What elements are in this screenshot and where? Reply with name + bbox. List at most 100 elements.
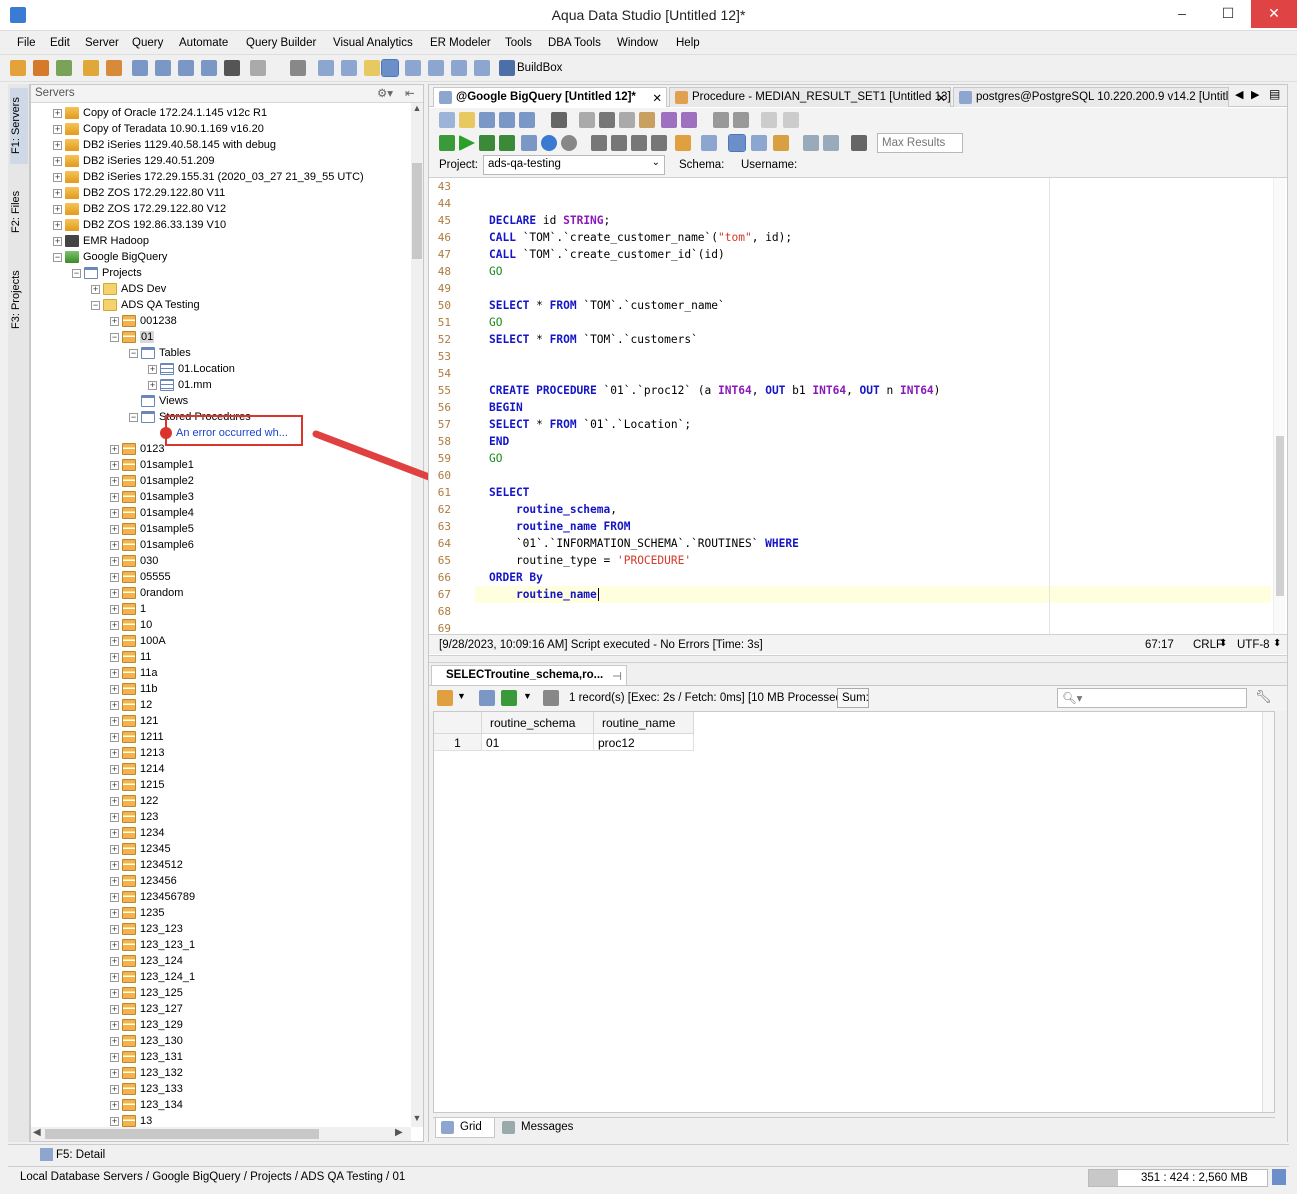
- layout-1-icon[interactable]: [318, 60, 334, 76]
- expand-icon[interactable]: +: [110, 460, 119, 470]
- tree-node[interactable]: − 01: [110, 329, 155, 345]
- menu-query[interactable]: Query: [132, 37, 163, 49]
- expand-icon[interactable]: +: [110, 572, 119, 582]
- tab-untitled-12[interactable]: @Google BigQuery [Untitled 12]* ✕: [433, 87, 667, 107]
- export-excel-icon[interactable]: [501, 690, 517, 706]
- results-filter-input[interactable]: 🔍︎▾: [1057, 688, 1247, 708]
- tree-node[interactable]: − ADS QA Testing: [91, 297, 200, 313]
- max-results-input[interactable]: [877, 133, 963, 153]
- new-icon[interactable]: [439, 112, 455, 128]
- expand-icon[interactable]: +: [110, 876, 119, 886]
- expand-icon[interactable]: +: [110, 700, 119, 710]
- tree-node[interactable]: +123_124_1: [110, 969, 195, 985]
- tab-list-icon[interactable]: ▤: [1269, 87, 1280, 101]
- tree-node[interactable]: − Tables: [129, 345, 191, 361]
- tree-node[interactable]: +01sample5: [110, 521, 194, 537]
- expand-icon[interactable]: +: [110, 1084, 119, 1094]
- tree-node[interactable]: +01sample6: [110, 537, 194, 553]
- disconnect-editor-icon[interactable]: [651, 135, 667, 151]
- expand-icon[interactable]: +: [53, 188, 62, 198]
- grid-cell[interactable]: proc12: [594, 734, 694, 751]
- sum-button[interactable]: Sum:: [837, 688, 869, 708]
- expand-icon[interactable]: +: [110, 492, 119, 502]
- code-line[interactable]: ORDER By: [489, 569, 543, 586]
- code-line[interactable]: BEGIN: [489, 399, 523, 416]
- results-text-icon[interactable]: [773, 135, 789, 151]
- tree-node[interactable]: +1235: [110, 905, 164, 921]
- tree-node[interactable]: + Copy of Teradata 10.90.1.169 v16.20: [53, 121, 264, 137]
- collapse-icon[interactable]: −: [72, 268, 81, 278]
- code-line[interactable]: SELECT * FROM `TOM`.`customers`: [489, 331, 698, 348]
- scroll-right-icon[interactable]: ▶: [395, 1127, 403, 1138]
- tree-node[interactable]: +1211: [110, 729, 164, 745]
- tree-node[interactable]: +13: [110, 1113, 152, 1127]
- project-select[interactable]: ads-qa-testing ⌄: [483, 155, 665, 175]
- expand-icon[interactable]: +: [110, 588, 119, 598]
- save-all-icon[interactable]: [519, 112, 535, 128]
- refresh-server-icon[interactable]: [56, 60, 72, 76]
- tree-node[interactable]: +100A: [110, 633, 166, 649]
- code-line[interactable]: GO: [489, 450, 502, 467]
- splitter-handle[interactable]: [429, 655, 1287, 663]
- import-icon[interactable]: [290, 60, 306, 76]
- expand-icon[interactable]: +: [53, 236, 62, 246]
- code-line[interactable]: CREATE PROCEDURE `01`.`proc12` (a INT64,…: [489, 382, 940, 399]
- row-number[interactable]: 1: [434, 734, 482, 751]
- code-line[interactable]: routine_schema,: [489, 501, 617, 518]
- tree-node[interactable]: +123456: [110, 873, 177, 889]
- tree-node[interactable]: + DB2 iSeries 129.40.51.209: [53, 153, 214, 169]
- expand-icon[interactable]: +: [110, 956, 119, 966]
- tree-node[interactable]: +123_133: [110, 1081, 183, 1097]
- menu-automate[interactable]: Automate: [179, 37, 228, 49]
- tree-node[interactable]: +030: [110, 553, 158, 569]
- layout-5-icon[interactable]: [405, 60, 421, 76]
- chart-icon[interactable]: [823, 135, 839, 151]
- code-line[interactable]: `01`.`INFORMATION_SCHEMA`.`ROUTINES` WHE…: [489, 535, 799, 552]
- menu-tools[interactable]: Tools: [505, 37, 532, 49]
- tree-node[interactable]: +05555: [110, 569, 171, 585]
- minimize-button[interactable]: –: [1159, 0, 1205, 28]
- expand-icon[interactable]: +: [110, 844, 119, 854]
- code-line[interactable]: routine_name FROM: [489, 518, 631, 535]
- menu-visual-analytics[interactable]: Visual Analytics: [333, 37, 413, 49]
- expand-icon[interactable]: +: [110, 924, 119, 934]
- expand-icon[interactable]: +: [110, 652, 119, 662]
- results-tab-icon[interactable]: [728, 134, 746, 152]
- expand-icon[interactable]: +: [110, 476, 119, 486]
- expand-icon[interactable]: +: [53, 124, 62, 134]
- encoding-select[interactable]: UTF-8: [1237, 639, 1270, 651]
- redo-icon[interactable]: [681, 112, 697, 128]
- expand-icon[interactable]: +: [110, 636, 119, 646]
- expand-icon[interactable]: +: [110, 316, 119, 326]
- chart-results-icon[interactable]: [437, 690, 453, 706]
- expand-icon[interactable]: +: [110, 1068, 119, 1078]
- expand-icon[interactable]: +: [110, 604, 119, 614]
- execute-icon[interactable]: [459, 135, 475, 151]
- tree-node[interactable]: +1214: [110, 761, 164, 777]
- expand-icon[interactable]: +: [110, 684, 119, 694]
- tree-node[interactable]: +01sample2: [110, 473, 194, 489]
- code-line[interactable]: SELECT * FROM `TOM`.`customer_name`: [489, 297, 725, 314]
- tree-node[interactable]: + DB2 iSeries 172.29.155.31 (2020_03_27 2…: [53, 169, 364, 185]
- open-file-icon[interactable]: [250, 60, 266, 76]
- tree-node[interactable]: + DB2 ZOS 192.86.33.139 V10: [53, 217, 226, 233]
- tree-node[interactable]: +123: [110, 809, 158, 825]
- expand-icon[interactable]: +: [110, 828, 119, 838]
- tree-node[interactable]: +123_132: [110, 1065, 183, 1081]
- expand-icon[interactable]: +: [148, 364, 157, 374]
- menu-server[interactable]: Server: [85, 37, 119, 49]
- tree-node[interactable]: Views: [129, 393, 188, 409]
- query-builder-icon[interactable]: [155, 60, 171, 76]
- expand-icon[interactable]: +: [110, 860, 119, 870]
- cut-icon[interactable]: [599, 112, 615, 128]
- detail-tab[interactable]: F5: Detail: [56, 1149, 105, 1161]
- expand-icon[interactable]: +: [110, 780, 119, 790]
- tree-node[interactable]: +1215: [110, 777, 164, 793]
- expand-icon[interactable]: +: [148, 380, 157, 390]
- visual-explain-icon[interactable]: [541, 135, 557, 151]
- expand-icon[interactable]: +: [110, 1116, 119, 1126]
- tree-node[interactable]: − Projects: [72, 265, 142, 281]
- close-button[interactable]: ✕: [1251, 0, 1297, 28]
- collapse-icon[interactable]: −: [110, 332, 119, 342]
- menu-edit[interactable]: Edit: [50, 37, 70, 49]
